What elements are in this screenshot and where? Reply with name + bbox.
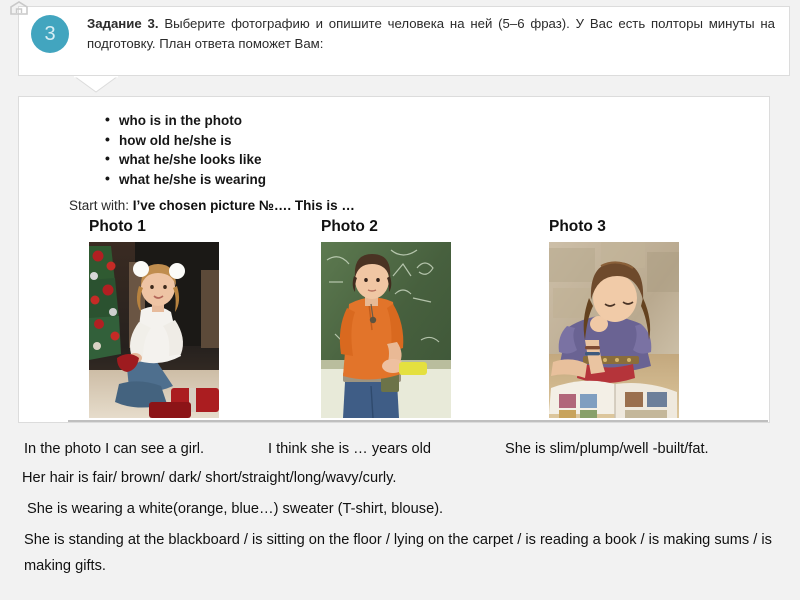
sentence-age: I think she is … years old [268,441,432,457]
content-divider [68,420,768,422]
girl-reading-magazine-photo [549,242,679,418]
plan-bullet-list: who is in the photo how old he/she is wh… [87,110,266,190]
task-instruction-text: Задание 3. Выберите фотографию и опишите… [87,14,775,54]
start-with-line: Start with: I’ve chosen picture №…. This… [69,198,355,213]
photo-cell-3: Photo 3 [549,218,679,418]
sentence-build: She is slim/plump/well -built/fat. [505,441,709,457]
photo-cell-1: Photo 1 [89,218,219,418]
list-item: who is in the photo [105,110,266,131]
task-header-panel: 3 Задание 3. Выберите фотографию и опиши… [18,6,790,76]
photo-caption: Photo 1 [89,218,146,235]
sentence-wearing: She is wearing a white(orange, blue…) sw… [27,501,444,517]
list-item: what he/she is wearing [105,169,266,190]
sentence-who: In the photo I can see a girl. [24,441,205,457]
task-label: Задание 3. [87,16,159,31]
list-item: what he/she looks like [105,149,266,170]
photo-caption: Photo 3 [549,218,606,235]
start-with-prefix: Start with: [69,198,133,213]
photo-cell-2: Photo 2 [321,218,451,418]
photo-caption: Photo 2 [321,218,378,235]
sentence-activity: She is standing at the blackboard / is s… [24,532,772,574]
slide-root: 3 Задание 3. Выберите фотографию и опиши… [0,0,800,600]
home-up-icon [8,1,32,18]
list-item: how old he/she is [105,130,266,151]
girl-kneeling-by-christmas-tree-photo [89,242,219,418]
task-number-badge: 3 [31,15,69,53]
task-body: Выберите фотографию и опишите человека н… [87,16,775,51]
sentence-hair: Her hair is fair/ brown/ dark/ short/str… [22,470,397,486]
girl-at-blackboard-photo [321,242,451,418]
speech-bubble-tail [72,75,120,93]
start-with-phrase: I’ve chosen picture №…. This is … [132,198,355,213]
plan-content-panel: who is in the photo how old he/she is wh… [18,96,770,423]
photo-row: Photo 1 Photo 2 Photo 3 [19,218,769,418]
